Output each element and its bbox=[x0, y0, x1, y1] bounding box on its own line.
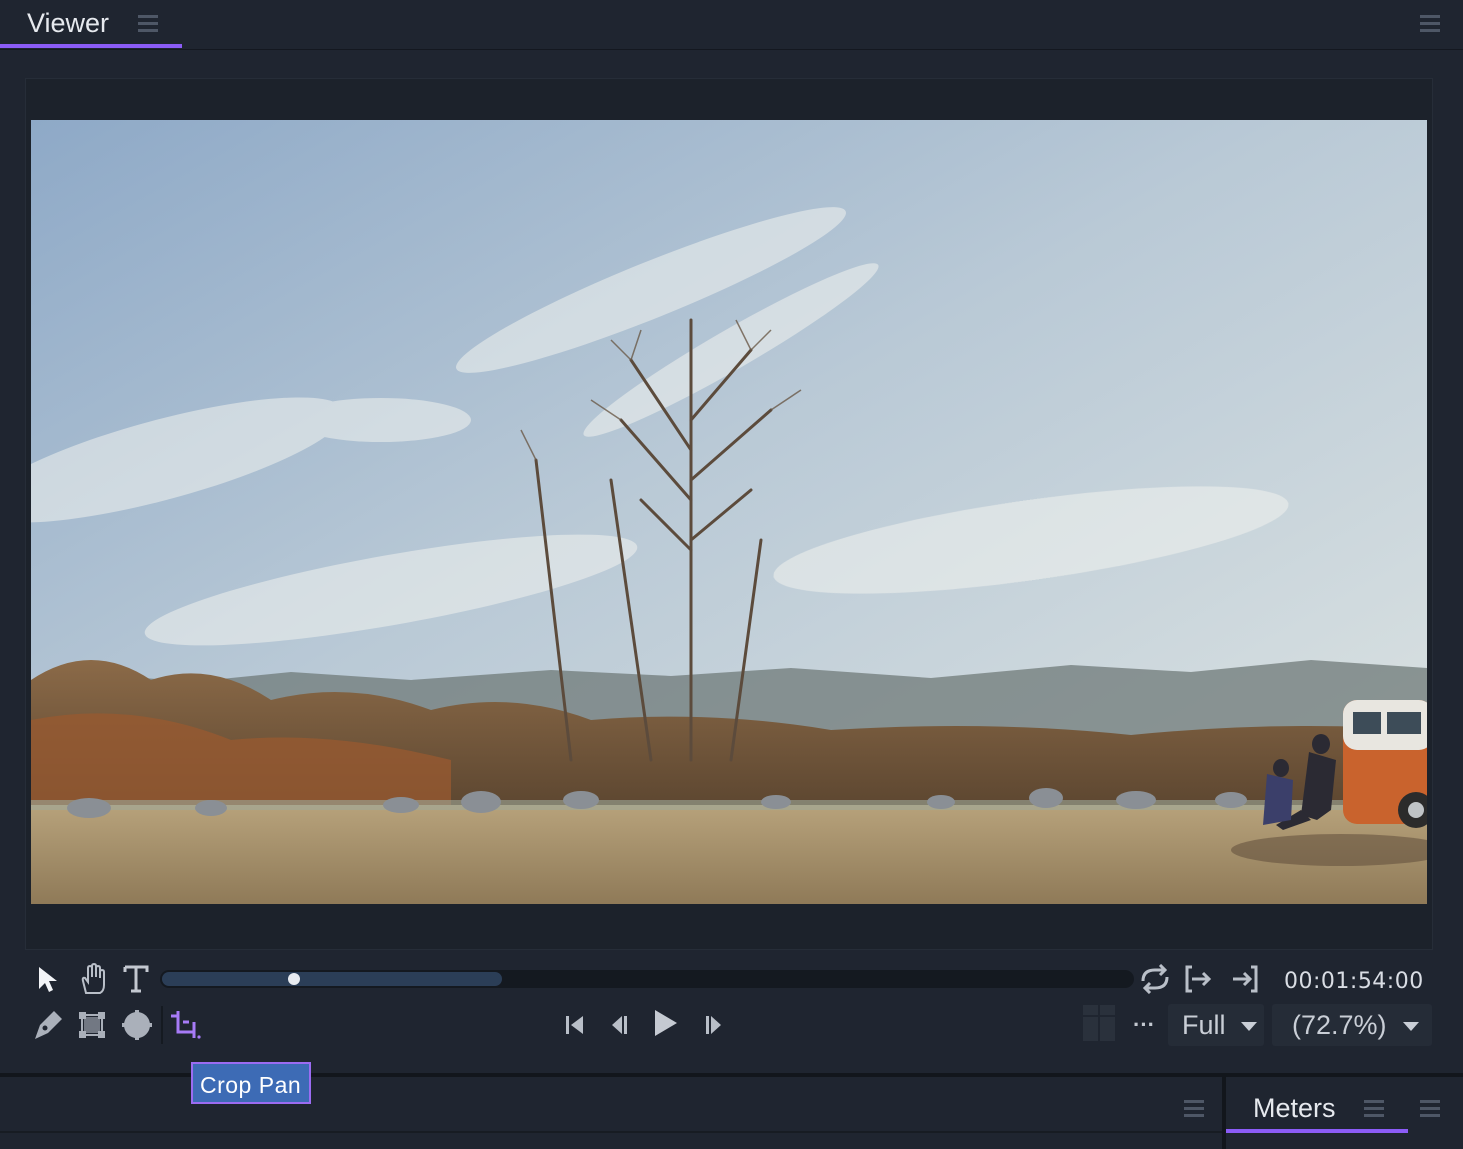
skip-to-start-icon[interactable] bbox=[558, 1008, 592, 1042]
crop-pan-tooltip: Crop Pan bbox=[191, 1062, 311, 1104]
chevron-down-icon bbox=[1403, 1022, 1419, 1031]
more-options-icon[interactable]: ··· bbox=[1127, 1008, 1161, 1042]
bottom-panel-menu-icon[interactable] bbox=[1184, 1098, 1204, 1118]
more-options-label: ··· bbox=[1133, 1012, 1155, 1037]
scrubber-loaded-range bbox=[162, 972, 502, 986]
video-preview-image bbox=[31, 120, 1427, 904]
mark-out-icon[interactable] bbox=[1228, 962, 1262, 996]
pointer-tool-icon[interactable] bbox=[30, 962, 64, 996]
bottom-left-panel-header-line bbox=[0, 1131, 1222, 1133]
pen-tool-icon[interactable] bbox=[30, 1008, 64, 1042]
tab-active-indicator bbox=[1226, 1129, 1408, 1133]
timecode-display: 00:01:54:00 bbox=[1284, 969, 1424, 994]
play-icon[interactable] bbox=[648, 1006, 682, 1040]
tab-viewer-label: Viewer bbox=[27, 8, 110, 38]
quality-dropdown[interactable]: Full bbox=[1168, 1004, 1264, 1046]
bottom-left-panel bbox=[0, 1077, 1222, 1149]
van-shape bbox=[1343, 700, 1427, 828]
tooltip-text: Crop Pan bbox=[200, 1072, 302, 1098]
mark-in-icon[interactable] bbox=[1181, 962, 1215, 996]
chevron-down-icon bbox=[1241, 1022, 1257, 1031]
step-back-icon[interactable] bbox=[603, 1008, 637, 1042]
hand-tool-icon[interactable] bbox=[75, 962, 109, 996]
meters-panel-options-menu-icon[interactable] bbox=[1420, 1098, 1440, 1118]
crop-pan-tool-icon[interactable] bbox=[168, 1008, 202, 1042]
panel-options-menu-icon[interactable] bbox=[1420, 13, 1440, 33]
text-tool-icon[interactable] bbox=[119, 962, 153, 996]
meters-tab-menu-icon[interactable] bbox=[1364, 1098, 1384, 1118]
zoom-dropdown[interactable]: (72.7%) bbox=[1272, 1004, 1432, 1046]
playhead-handle[interactable] bbox=[288, 973, 300, 985]
tab-meters-label: Meters bbox=[1253, 1093, 1336, 1123]
step-forward-icon[interactable] bbox=[696, 1008, 730, 1042]
mask-tool-icon[interactable] bbox=[120, 1008, 154, 1042]
zoom-dropdown-value: (72.7%) bbox=[1292, 1010, 1387, 1040]
tool-separator bbox=[161, 1006, 163, 1044]
loop-icon[interactable] bbox=[1138, 962, 1172, 996]
split-view-icon[interactable] bbox=[1082, 1005, 1116, 1041]
tab-active-indicator bbox=[0, 44, 182, 48]
viewer-tab-menu-icon[interactable] bbox=[138, 13, 158, 33]
transform-tool-icon[interactable] bbox=[75, 1008, 109, 1042]
viewer-header: Viewer bbox=[0, 0, 1463, 50]
quality-dropdown-value: Full bbox=[1182, 1010, 1226, 1040]
timeline-scrubber[interactable] bbox=[160, 970, 1134, 988]
video-preview-frame[interactable] bbox=[31, 120, 1427, 904]
